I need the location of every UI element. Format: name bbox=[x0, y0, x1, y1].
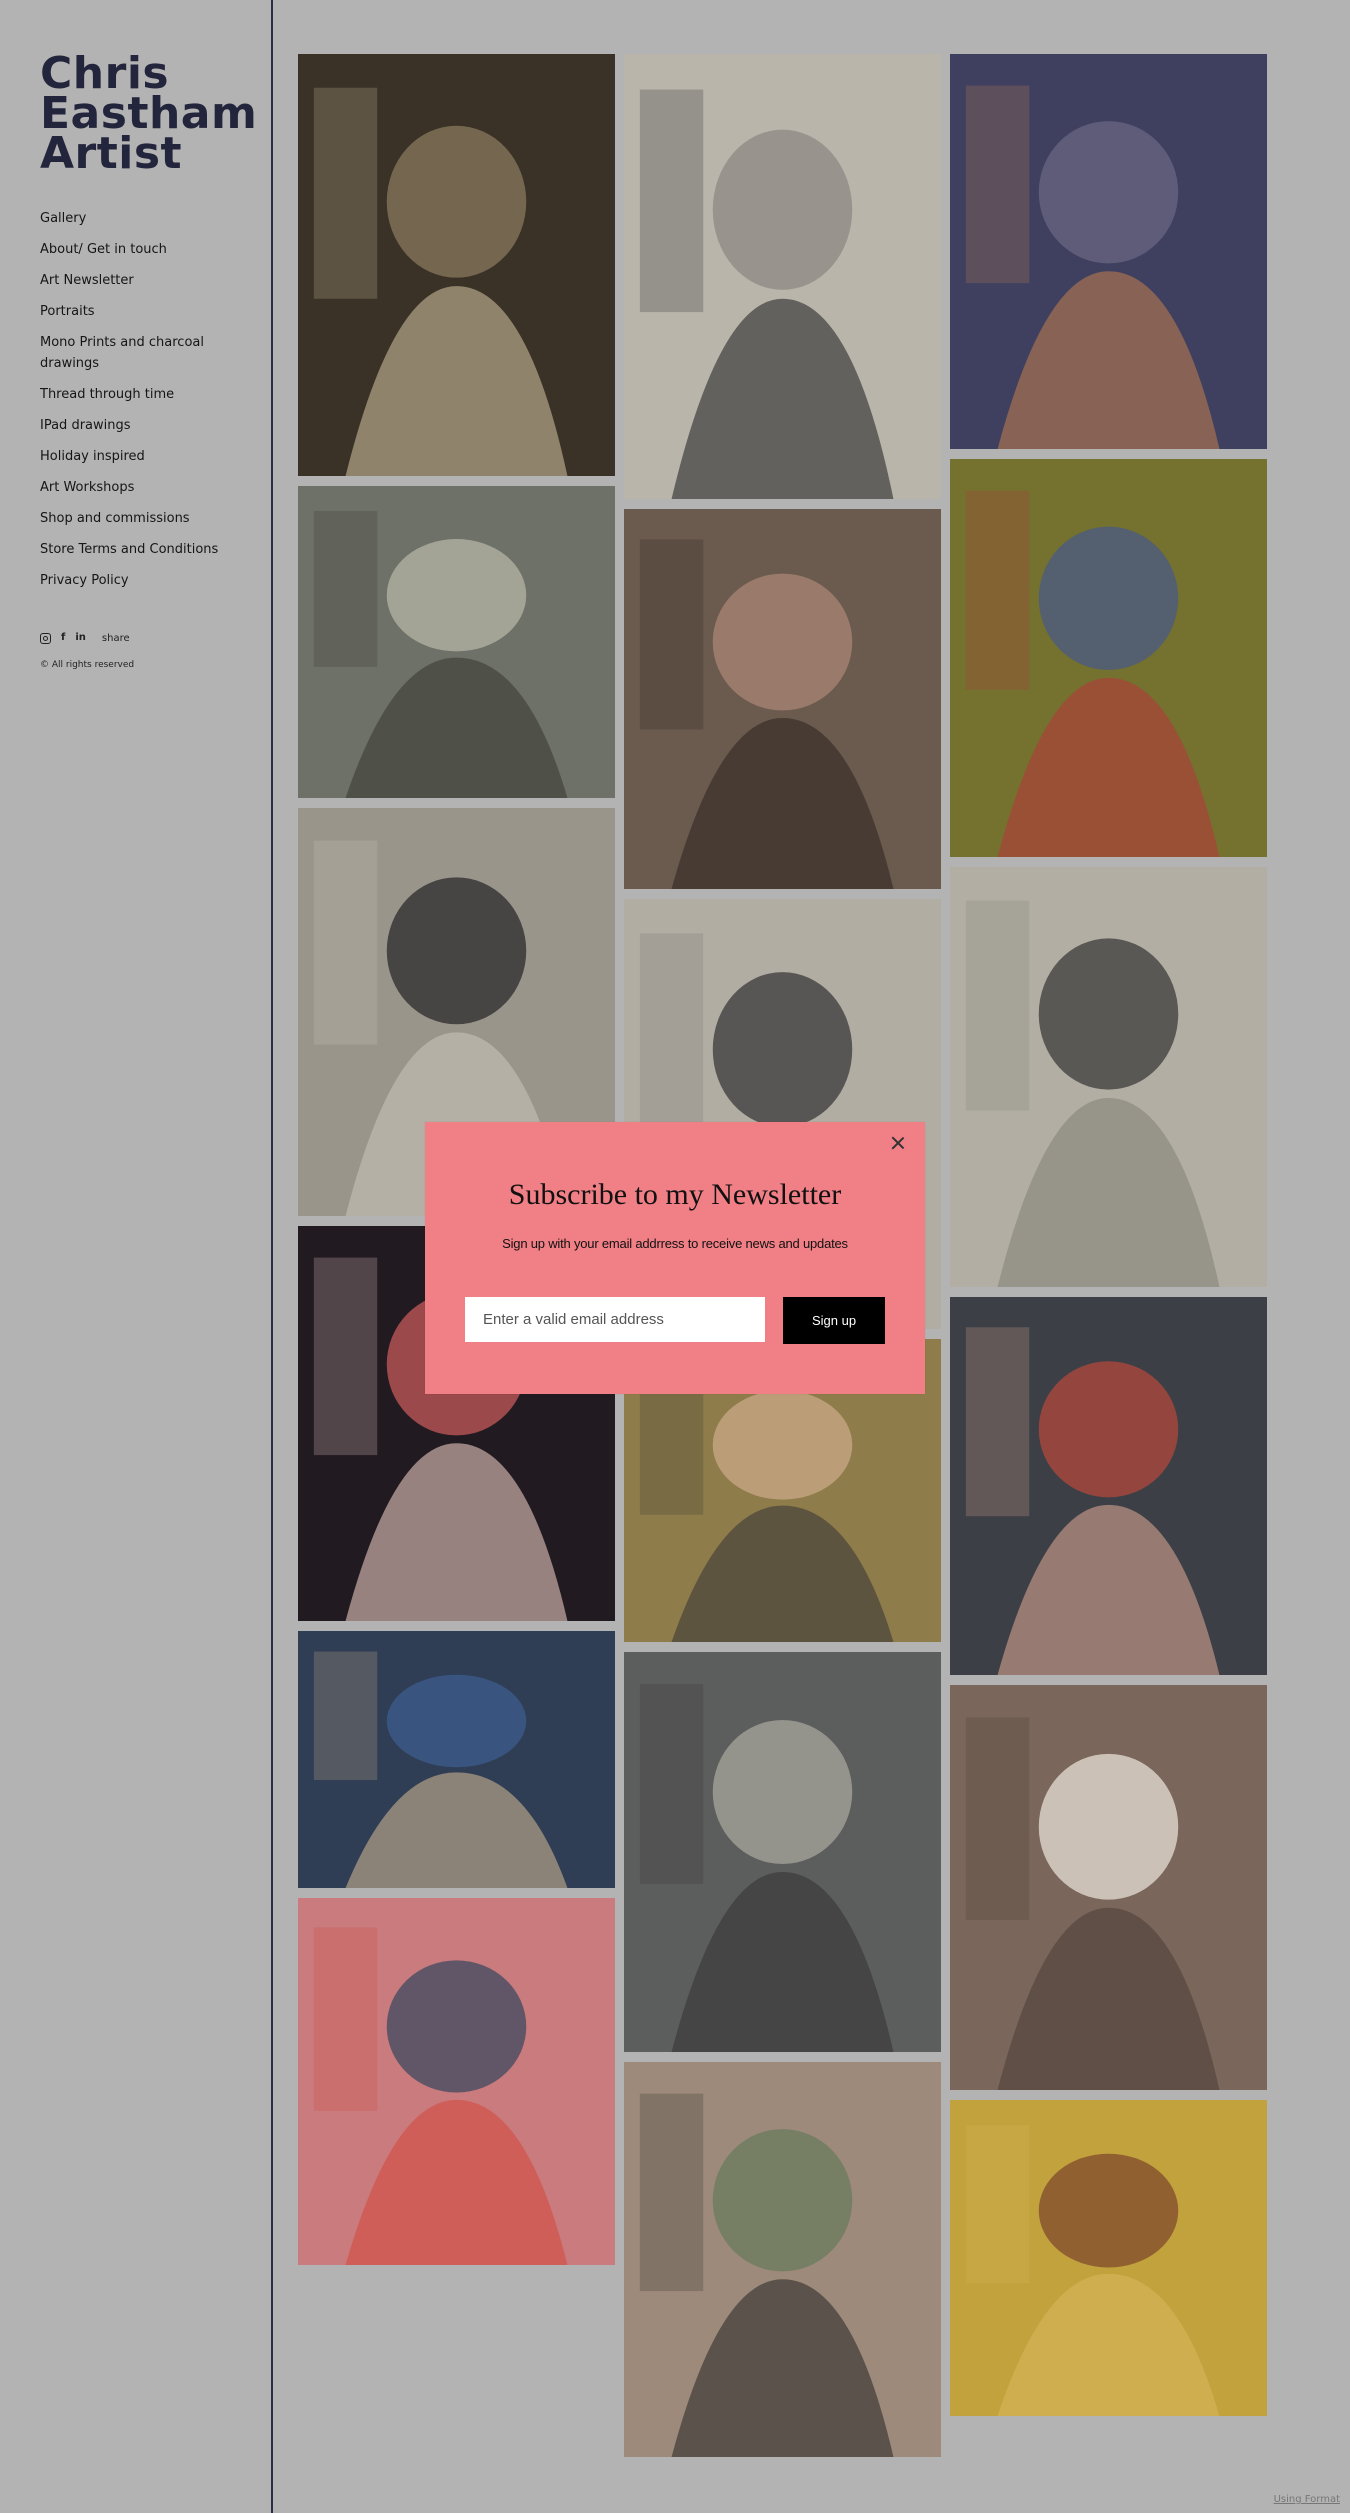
modal-title: Subscribe to my Newsletter bbox=[508, 1178, 842, 1211]
artwork-flappers-walking[interactable] bbox=[298, 54, 615, 476]
main-nav: Gallery About/ Get in touch Art Newslett… bbox=[40, 208, 240, 601]
social-links: f in share bbox=[40, 632, 130, 644]
artwork-two-women[interactable] bbox=[624, 2062, 941, 2457]
artwork-crowd-of-men[interactable] bbox=[624, 1652, 941, 2052]
artwork-majestic-crowd[interactable] bbox=[298, 486, 615, 798]
sidebar: Chris Eastham Artist Gallery About/ Get … bbox=[0, 0, 271, 2513]
nav-item-privacy-policy[interactable]: Privacy Policy bbox=[40, 570, 240, 591]
nav-item-shop[interactable]: Shop and commissions bbox=[40, 508, 240, 529]
artwork-charcoal-couple[interactable] bbox=[624, 54, 941, 499]
nav-item-thread-through-time[interactable]: Thread through time bbox=[40, 384, 240, 405]
nav-item-holiday-inspired[interactable]: Holiday inspired bbox=[40, 446, 240, 467]
share-link[interactable]: share bbox=[102, 633, 130, 644]
sidebar-divider bbox=[271, 0, 273, 2513]
facebook-icon[interactable]: f bbox=[61, 632, 65, 644]
artwork-chefs-group[interactable] bbox=[950, 1685, 1267, 2090]
nav-item-about[interactable]: About/ Get in touch bbox=[40, 239, 240, 260]
instagram-icon[interactable] bbox=[40, 632, 51, 644]
linkedin-icon[interactable]: in bbox=[75, 632, 86, 644]
close-icon[interactable] bbox=[889, 1134, 907, 1152]
site-title[interactable]: Chris Eastham Artist bbox=[40, 52, 260, 176]
artwork-woman-blue-coat[interactable] bbox=[298, 1631, 615, 1888]
email-field[interactable] bbox=[465, 1297, 765, 1342]
copyright: © All rights reserved bbox=[40, 660, 135, 670]
footer-link[interactable]: Using Format bbox=[1274, 2494, 1340, 2505]
artwork-pink-street[interactable] bbox=[298, 1898, 615, 2265]
nav-item-gallery[interactable]: Gallery bbox=[40, 208, 240, 229]
artwork-autumn-park[interactable] bbox=[950, 2100, 1267, 2416]
artwork-man-in-blue-suit[interactable] bbox=[950, 459, 1267, 857]
nav-item-mono-prints[interactable]: Mono Prints and charcoal drawings bbox=[40, 332, 240, 374]
nav-item-store-terms[interactable]: Store Terms and Conditions bbox=[40, 539, 240, 560]
sign-up-button[interactable]: Sign up bbox=[783, 1297, 885, 1344]
artwork-woman-red-hair[interactable] bbox=[950, 1297, 1267, 1675]
modal-subtitle: Sign up with your email addrress to rece… bbox=[502, 1236, 848, 1251]
nav-item-portraits[interactable]: Portraits bbox=[40, 301, 240, 322]
nav-item-art-newsletter[interactable]: Art Newsletter bbox=[40, 270, 240, 291]
newsletter-modal: Subscribe to my Newsletter Sign up with … bbox=[425, 1122, 925, 1394]
artwork-woman-in-beanie[interactable] bbox=[950, 867, 1267, 1287]
artwork-woman-with-wine[interactable] bbox=[950, 54, 1267, 449]
nav-item-art-workshops[interactable]: Art Workshops bbox=[40, 477, 240, 498]
artwork-city-street[interactable] bbox=[624, 509, 941, 889]
nav-item-ipad-drawings[interactable]: IPad drawings bbox=[40, 415, 240, 436]
